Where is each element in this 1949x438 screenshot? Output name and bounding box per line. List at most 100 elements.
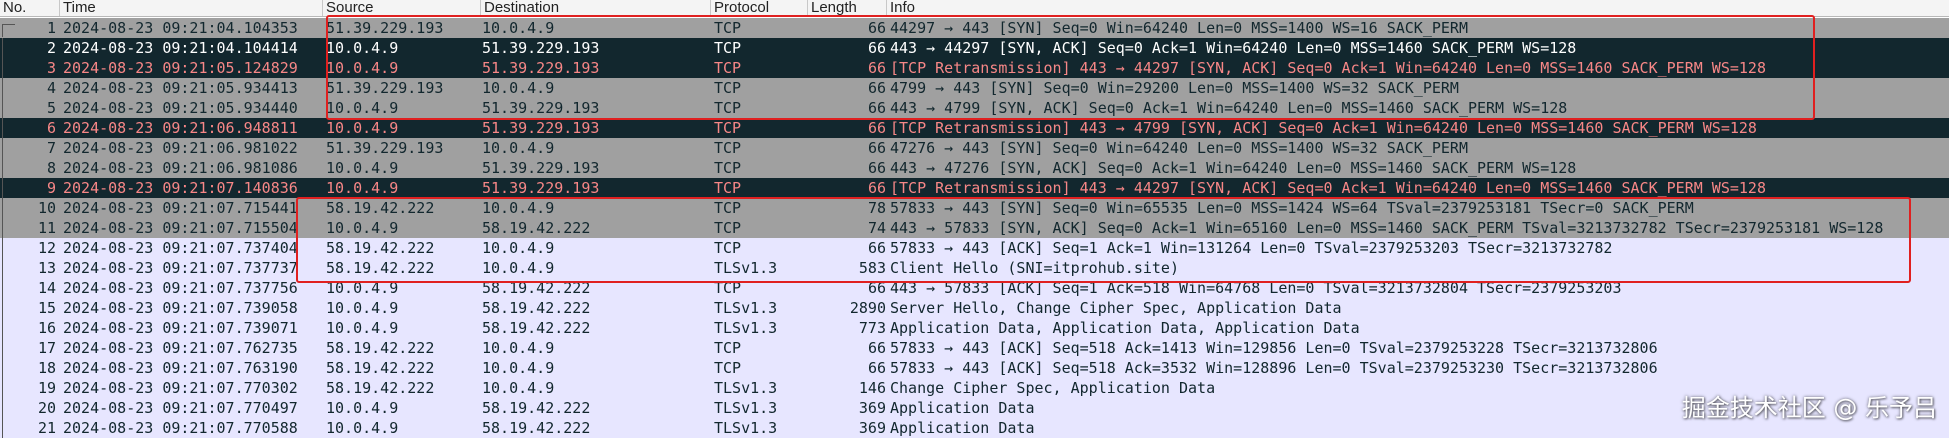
packet-row[interactable]: 10 2024-08-23 09:21:07.715441 58.19.42.222…	[0, 198, 1949, 218]
packet-destination: 51.39.229.193	[482, 39, 600, 57]
packet-info: Application Data, Application Data, Appl…	[890, 319, 1360, 337]
packet-info: 443 → 57833 [SYN, ACK] Seq=0 Ack=1 Win=6…	[890, 219, 1884, 237]
packet-destination: 10.0.4.9	[482, 139, 555, 157]
column-header-time[interactable]: Time	[60, 0, 323, 16]
packet-row[interactable]: 8 2024-08-23 09:21:06.981086 10.0.4.9 51.39…	[0, 158, 1949, 178]
packet-length: 66	[867, 79, 886, 97]
packet-row[interactable]: 2 2024-08-23 09:21:04.104414 10.0.4.9 51.39…	[0, 38, 1949, 58]
watermark: 掘金技术社区 @ 乐予吕	[1681, 394, 1937, 422]
packet-protocol: TCP	[714, 39, 742, 57]
packet-source: 10.0.4.9	[326, 299, 399, 317]
packet-info: 57833 → 443 [ACK] Seq=518 Ack=1413 Win=1…	[890, 339, 1658, 357]
packet-time: 2024-08-23 09:21:07.737756	[63, 279, 298, 297]
packet-info: [TCP Retransmission] 443 → 44297 [SYN, A…	[890, 59, 1766, 77]
packet-time: 2024-08-23 09:21:04.104353	[63, 19, 298, 37]
packet-destination: 51.39.229.193	[482, 99, 600, 117]
packet-info: 44297 → 443 [SYN] Seq=0 Win=64240 Len=0 …	[890, 19, 1468, 37]
packet-no: 15	[37, 299, 56, 317]
packet-length: 66	[867, 279, 886, 297]
packet-row[interactable]: 19 2024-08-23 09:21:07.770302 58.19.42.222…	[0, 378, 1949, 398]
column-header-no[interactable]: No.	[0, 0, 60, 16]
column-header-bar: No. Time Source Destination Protocol Len…	[0, 0, 1949, 17]
packet-no: 21	[37, 419, 56, 437]
column-header-protocol[interactable]: Protocol	[711, 0, 808, 16]
packet-time: 2024-08-23 09:21:07.715504	[63, 219, 298, 237]
packet-time: 2024-08-23 09:21:07.737737	[63, 259, 298, 277]
packet-protocol: TCP	[714, 239, 742, 257]
packet-protocol: TCP	[714, 179, 742, 197]
packet-protocol: TCP	[714, 139, 742, 157]
packet-no: 6	[46, 119, 56, 137]
packet-row[interactable]: 12 2024-08-23 09:21:07.737404 58.19.42.222…	[0, 238, 1949, 258]
packet-destination: 10.0.4.9	[482, 199, 555, 217]
packet-row[interactable]: 15 2024-08-23 09:21:07.739058 10.0.4.9 58.1…	[0, 298, 1949, 318]
packet-time: 2024-08-23 09:21:04.104414	[63, 39, 298, 57]
packet-no: 11	[37, 219, 56, 237]
packet-destination: 58.19.42.222	[482, 299, 591, 317]
packet-protocol: TLSv1.3	[714, 299, 778, 317]
packet-length: 66	[867, 359, 886, 377]
packet-source: 10.0.4.9	[326, 39, 399, 57]
packet-destination: 10.0.4.9	[482, 359, 555, 377]
packet-destination: 10.0.4.9	[482, 79, 555, 97]
packet-row[interactable]: 21 2024-08-23 09:21:07.770588 10.0.4.9 58.1…	[0, 418, 1949, 438]
packet-no: 4	[46, 79, 56, 97]
packet-no: 8	[46, 159, 56, 177]
packet-time: 2024-08-23 09:21:05.934413	[63, 79, 298, 97]
packet-info: 4799 → 443 [SYN] Seq=0 Win=29200 Len=0 M…	[890, 79, 1459, 97]
packet-row[interactable]: 4 2024-08-23 09:21:05.934413 51.39.229.193…	[0, 78, 1949, 98]
packet-row[interactable]: 6 2024-08-23 09:21:06.948811 10.0.4.9 51.39…	[0, 118, 1949, 138]
packet-length: 2890	[849, 299, 886, 317]
packet-row[interactable]: 3 2024-08-23 09:21:05.124829 10.0.4.9 51.39…	[0, 58, 1949, 78]
packet-protocol: TLSv1.3	[714, 399, 778, 417]
packet-row[interactable]: 1 2024-08-23 09:21:04.104353 51.39.229.193…	[0, 18, 1949, 38]
packet-protocol: TCP	[714, 159, 742, 177]
packet-row[interactable]: 13 2024-08-23 09:21:07.737737 58.19.42.222…	[0, 258, 1949, 278]
packet-no: 13	[37, 259, 56, 277]
packet-protocol: TCP	[714, 79, 742, 97]
packet-source: 10.0.4.9	[326, 419, 399, 437]
packet-no: 18	[37, 359, 56, 377]
packet-time: 2024-08-23 09:21:07.739058	[63, 299, 298, 317]
packet-row[interactable]: 20 2024-08-23 09:21:07.770497 10.0.4.9 58.1…	[0, 398, 1949, 418]
packet-row[interactable]: 14 2024-08-23 09:21:07.737756 10.0.4.9 58.1…	[0, 278, 1949, 298]
packet-no: 17	[37, 339, 56, 357]
packet-info: 443 → 57833 [ACK] Seq=1 Ack=518 Win=6476…	[890, 279, 1622, 297]
packet-row[interactable]: 18 2024-08-23 09:21:07.763190 58.19.42.222…	[0, 358, 1949, 378]
packet-length: 773	[858, 319, 886, 337]
packet-no: 9	[46, 179, 56, 197]
packet-row[interactable]: 17 2024-08-23 09:21:07.762735 58.19.42.222…	[0, 338, 1949, 358]
packet-destination: 51.39.229.193	[482, 159, 600, 177]
packet-source: 10.0.4.9	[326, 219, 399, 237]
packet-row[interactable]: 9 2024-08-23 09:21:07.140836 10.0.4.9 51.39…	[0, 178, 1949, 198]
packet-length: 146	[858, 379, 886, 397]
packet-time: 2024-08-23 09:21:06.981022	[63, 139, 298, 157]
packet-time: 2024-08-23 09:21:07.739071	[63, 319, 298, 337]
packet-protocol: TCP	[714, 199, 742, 217]
packet-length: 66	[867, 239, 886, 257]
packet-row[interactable]: 5 2024-08-23 09:21:05.934440 10.0.4.9 51.39…	[0, 98, 1949, 118]
column-header-destination[interactable]: Destination	[481, 0, 711, 16]
packet-no: 19	[37, 379, 56, 397]
packet-row[interactable]: 16 2024-08-23 09:21:07.739071 10.0.4.9 58.1…	[0, 318, 1949, 338]
packet-source: 10.0.4.9	[326, 179, 399, 197]
packet-source: 51.39.229.193	[326, 79, 444, 97]
packet-protocol: TCP	[714, 359, 742, 377]
packet-row[interactable]: 11 2024-08-23 09:21:07.715504 10.0.4.9 58.1…	[0, 218, 1949, 238]
packet-protocol: TCP	[714, 119, 742, 137]
packet-time: 2024-08-23 09:21:07.715441	[63, 199, 298, 217]
packet-protocol: TCP	[714, 59, 742, 77]
packet-no: 12	[37, 239, 56, 257]
column-header-info[interactable]: Info	[887, 0, 1949, 16]
packet-info: 443 → 4799 [SYN, ACK] Seq=0 Ack=1 Win=64…	[890, 99, 1568, 117]
packet-time: 2024-08-23 09:21:05.934440	[63, 99, 298, 117]
packet-source: 10.0.4.9	[326, 99, 399, 117]
packet-source: 10.0.4.9	[326, 279, 399, 297]
packet-row[interactable]: 7 2024-08-23 09:21:06.981022 51.39.229.193…	[0, 138, 1949, 158]
packet-length: 66	[867, 339, 886, 357]
packet-no: 10	[37, 199, 56, 217]
column-header-source[interactable]: Source	[323, 0, 481, 16]
packet-source: 58.19.42.222	[326, 359, 435, 377]
column-header-length[interactable]: Length	[808, 0, 887, 16]
packet-destination: 58.19.42.222	[482, 399, 591, 417]
